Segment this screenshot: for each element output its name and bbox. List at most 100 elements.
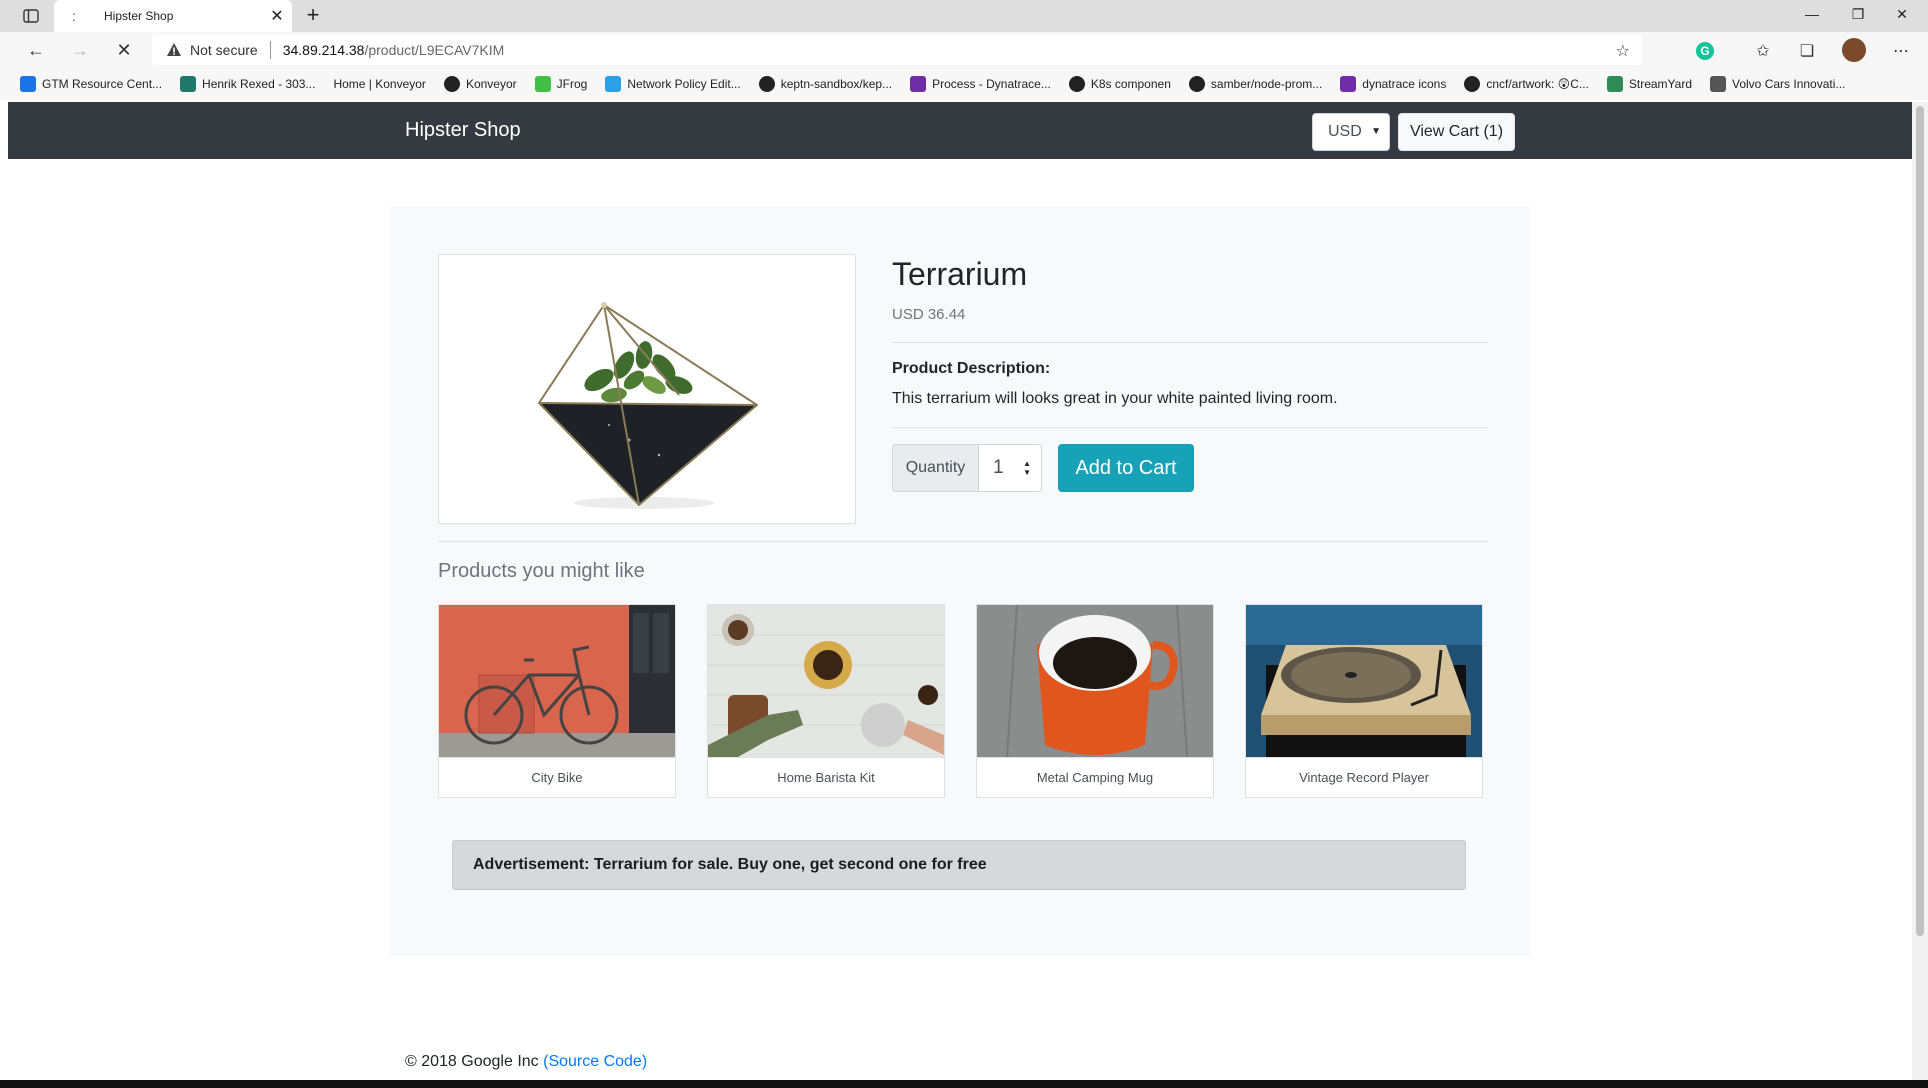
tab-title: Hipster Shop [104, 9, 174, 23]
dynatrace-icon [1340, 76, 1357, 92]
currency-value: USD [1328, 123, 1362, 140]
bookmark-label: GTM Resource Cent... [42, 77, 163, 91]
bookmark-item[interactable]: JFrog [534, 76, 588, 92]
recommendation-name[interactable]: Metal Camping Mug [977, 757, 1213, 797]
bookmark-label: samber/node-prom... [1210, 77, 1323, 91]
bookmark-label: dynatrace icons [1362, 77, 1447, 91]
scrollbar-thumb[interactable] [1916, 106, 1924, 936]
warning-icon [167, 43, 181, 56]
bookmark-item[interactable]: dynatrace icons [1340, 76, 1446, 92]
recommendations-title: Products you might like [438, 560, 645, 582]
product-title: Terrarium [892, 256, 1028, 292]
bookmark-item[interactable]: GTM Resource Cent... [20, 76, 162, 92]
forward-arrow-icon[interactable]: → [66, 36, 94, 64]
browser-tab[interactable]: : Hipster Shop ✕ [54, 0, 292, 32]
footer: © 2018 Google Inc (Source Code) [405, 1053, 647, 1071]
bookmark-label: Volvo Cars Innovati... [1732, 77, 1846, 91]
new-tab-button[interactable]: + [300, 4, 326, 28]
bookmark-item[interactable]: StreamYard [1606, 76, 1692, 92]
url-host: 34.89.214.38 [282, 42, 365, 58]
bookmark-item[interactable]: Home | Konveyor [333, 77, 426, 91]
recommendation-name[interactable]: City Bike [439, 757, 675, 797]
quantity-group: Quantity 1 ▲ ▼ [892, 444, 1042, 492]
tab-favicon-icon: : [72, 8, 76, 24]
bookmark-item[interactable]: Konveyor [443, 76, 517, 92]
grammarly-extension-icon[interactable]: G [1694, 40, 1716, 62]
bookmark-label: keptn-sandbox/kep... [780, 77, 893, 91]
browser-toolbar: ← → ✕ Not secure 34.89.214.38 /product/L… [0, 32, 1928, 68]
recommendation-name[interactable]: Vintage Record Player [1246, 757, 1482, 797]
advertisement-banner[interactable]: Advertisement: Terrarium for sale. Buy o… [452, 840, 1466, 890]
minimize-icon[interactable]: — [1790, 0, 1834, 28]
github-icon [1068, 76, 1085, 92]
web-page: Hipster Shop USD ▼ View Cart (1) Terrari… [8, 102, 1912, 1082]
bookmark-label: K8s componen [1090, 77, 1171, 91]
bookmark-item[interactable]: keptn-sandbox/kep... [758, 76, 893, 92]
product-image-vintage-record-player[interactable] [1246, 605, 1482, 757]
dynatrace-icon [910, 76, 927, 92]
bookmark-item[interactable]: Process - Dynatrace... [910, 76, 1051, 92]
github-icon [443, 76, 460, 92]
taskbar-edge [0, 1080, 1928, 1088]
chevron-down-icon: ▼ [1371, 126, 1381, 137]
window-close-icon[interactable]: ✕ [1880, 0, 1924, 28]
address-bar[interactable]: Not secure 34.89.214.38 /product/L9ECAV7… [152, 35, 1642, 65]
bookmark-item[interactable]: Network Policy Edit... [605, 76, 741, 92]
bookmark-label: StreamYard [1628, 77, 1692, 91]
footer-copyright: © 2018 Google Inc [405, 1053, 539, 1070]
bookmark-label: JFrog [556, 77, 588, 91]
recommendation-card[interactable]: Vintage Record Player [1245, 604, 1483, 798]
address-separator [269, 41, 271, 59]
product-image-city-bike[interactable] [439, 605, 675, 757]
quantity-label: Quantity [892, 444, 979, 492]
recommendation-name[interactable]: Home Barista Kit [708, 757, 944, 797]
favorites-icon[interactable]: ✩ [1752, 40, 1774, 62]
view-cart-button[interactable]: View Cart (1) [1398, 113, 1515, 151]
profile-avatar[interactable] [1842, 38, 1866, 62]
bookmark-label: Network Policy Edit... [627, 77, 741, 91]
quantity-value: 1 [993, 457, 1004, 478]
currency-select[interactable]: USD ▼ [1312, 113, 1390, 151]
github-icon [758, 76, 775, 92]
bookmark-item[interactable]: Volvo Cars Innovati... [1710, 76, 1845, 92]
tab-close-icon[interactable]: ✕ [266, 5, 288, 27]
recommendation-card[interactable]: Home Barista Kit [707, 604, 945, 798]
bookmark-icon [180, 76, 197, 92]
bookmark-label: Henrik Rexed - 303... [202, 77, 316, 91]
select-arrows-icon: ▲ ▼ [1023, 459, 1031, 477]
divider [438, 541, 1488, 542]
product-price: USD 36.44 [892, 306, 966, 323]
bookmark-item[interactable]: samber/node-prom... [1188, 76, 1323, 92]
back-arrow-icon[interactable]: ← [22, 36, 50, 64]
tab-actions-icon[interactable] [20, 6, 42, 26]
vertical-scrollbar[interactable] [1912, 102, 1928, 1082]
stop-loading-icon[interactable]: ✕ [110, 36, 138, 64]
recommendation-card[interactable]: City Bike [438, 604, 676, 798]
recommendation-card[interactable]: Metal Camping Mug [976, 604, 1214, 798]
product-image-terrarium [438, 254, 856, 524]
bookmark-item[interactable]: cncf/artwork: 😲C... [1464, 76, 1589, 92]
product-image-metal-camping-mug[interactable] [977, 605, 1213, 757]
source-code-link[interactable]: (Source Code) [543, 1053, 647, 1070]
description-label: Product Description: [892, 360, 1051, 377]
bookmark-label: cncf/artwork: 😲C... [1486, 77, 1589, 91]
divider [892, 342, 1488, 343]
collections-icon[interactable]: ❏ [1796, 40, 1818, 62]
shop-navbar: Hipster Shop USD ▼ View Cart (1) [8, 102, 1912, 159]
browser-tab-bar: : Hipster Shop ✕ + — ❐ ✕ [0, 0, 1928, 32]
bookmark-item[interactable]: K8s componen [1068, 76, 1171, 92]
shop-brand[interactable]: Hipster Shop [405, 119, 521, 142]
add-to-cart-button[interactable]: Add to Cart [1058, 444, 1194, 492]
not-secure-label[interactable]: Not secure [190, 42, 258, 58]
restore-icon[interactable]: ❐ [1836, 0, 1880, 28]
more-menu-icon[interactable]: ⋯ [1890, 40, 1912, 62]
bookmark-item[interactable]: Henrik Rexed - 303... [180, 76, 315, 92]
volvo-icon [1710, 76, 1726, 92]
product-image-home-barista-kit[interactable] [708, 605, 944, 757]
bookmarks-bar: GTM Resource Cent... Henrik Rexed - 303..… [0, 68, 1928, 100]
jfrog-icon [534, 76, 551, 92]
quantity-select[interactable]: 1 ▲ ▼ [979, 444, 1042, 492]
add-favorite-icon[interactable]: ☆ [1616, 41, 1630, 61]
product-description: This terrarium will looks great in your … [892, 390, 1338, 407]
streamyard-icon [1606, 76, 1623, 92]
